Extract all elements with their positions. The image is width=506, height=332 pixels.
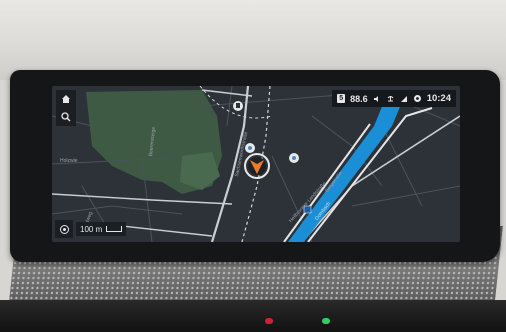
vehicle-position-icon [244,153,270,179]
scale-label: 100 m [80,224,103,234]
signal-icon [400,95,407,102]
map-controls: 100 m [55,220,127,238]
poi-pin-east[interactable] [289,153,299,163]
river [288,102,402,242]
status-bar: 5 88.6 10:24 [332,90,456,107]
home-button[interactable] [56,90,76,108]
scale-bar [106,226,123,232]
volume-icon[interactable] [373,95,381,103]
clock: 10:24 [426,93,451,104]
console-led-red [265,318,273,324]
radio-frequency[interactable]: 88.6 [350,94,368,104]
map-scale[interactable]: 100 m [76,222,127,236]
center-console [0,300,506,332]
navigation-screen[interactable]: Holzwie Beerensteige Pfingstweg Sachsenw… [52,86,460,242]
search-icon [61,112,71,122]
search-button[interactable] [56,108,76,126]
console-led-green [322,318,330,324]
poi-pin-north[interactable] [233,101,243,111]
settings-icon[interactable] [413,94,422,103]
connectivity-icon [387,95,394,101]
street-label: Holzwie [60,158,78,164]
navigation-map[interactable] [52,86,460,242]
locate-button[interactable] [55,220,73,238]
home-icon [62,95,70,103]
radio-channel-badge: 5 [337,94,346,103]
background-wall [0,0,506,80]
crosshair-icon [59,224,69,234]
